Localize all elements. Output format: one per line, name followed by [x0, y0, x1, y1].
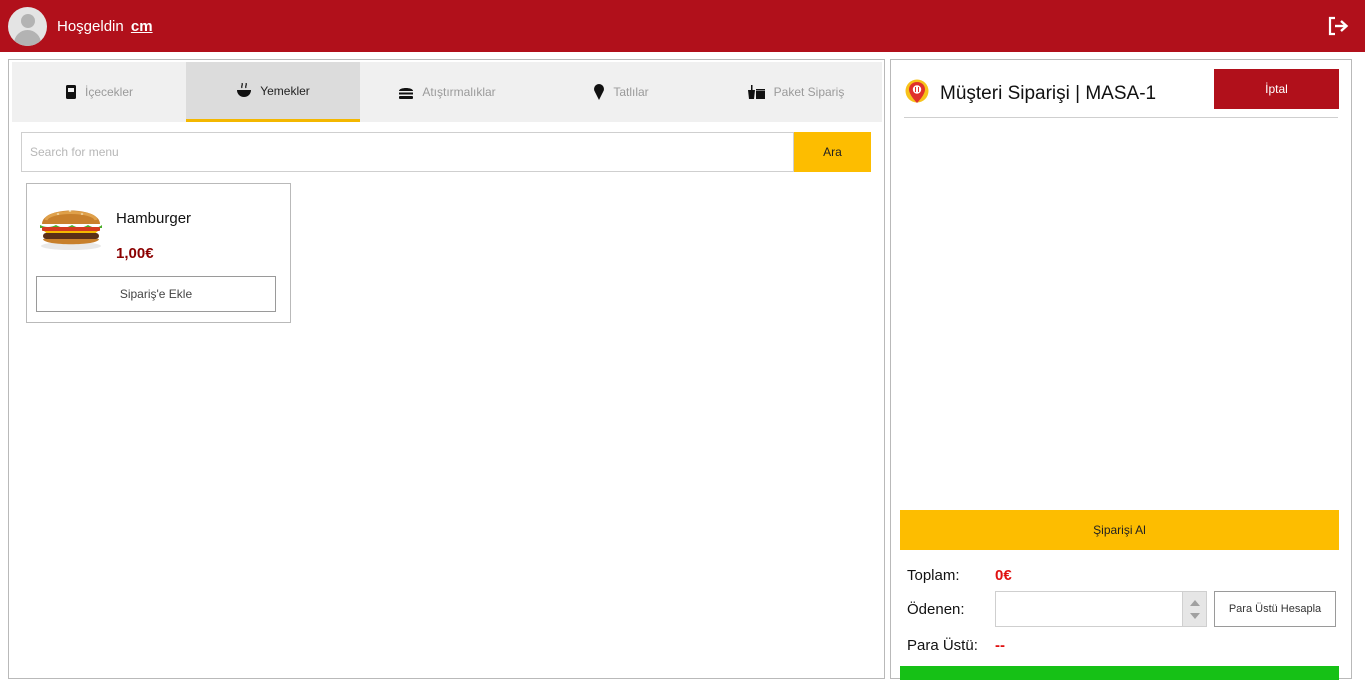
total-value: 0€ [995, 567, 1012, 584]
tab-icecekler[interactable]: İçecekler [12, 62, 186, 122]
hamburger-image [36, 202, 106, 252]
logout-icon[interactable] [1327, 16, 1349, 36]
product-name: Hamburger [116, 210, 192, 227]
tab-label: Paket Sipariş [773, 85, 845, 99]
stepper-up-icon[interactable] [1190, 600, 1200, 606]
top-bar: Hoşgeldin cm [0, 0, 1365, 52]
calculate-change-button[interactable]: Para Üstü Hesapla [1214, 591, 1336, 627]
food-bowl-icon [236, 83, 252, 98]
user-avatar-icon[interactable] [8, 7, 47, 46]
product-price: 1,00€ [116, 245, 154, 262]
drink-cup-icon [65, 84, 77, 100]
order-panel: Müşteri Siparişi | MASA-1 İptal Şiparişi… [890, 59, 1352, 680]
add-to-order-button[interactable]: Sipariş'e Ekle [36, 276, 276, 312]
ice-cream-icon [593, 84, 605, 100]
welcome-text: Hoşgeldin [57, 18, 124, 35]
tab-paket-siparis[interactable]: Paket Sipariş [708, 62, 882, 122]
cancel-button[interactable]: İptal [1214, 69, 1339, 109]
divider [904, 117, 1338, 118]
take-order-button[interactable]: Şiparişi Al [900, 510, 1339, 550]
burger-icon [398, 86, 414, 99]
tab-label: İçecekler [84, 85, 134, 99]
paid-label: Ödenen: [907, 601, 965, 618]
total-label: Toplam: [907, 567, 960, 584]
order-title: Müşteri Siparişi | MASA-1 [940, 83, 1157, 104]
category-tabs: İçecekler Yemekler Atıştırmalıklar Tatlı… [12, 62, 882, 122]
search-input[interactable] [21, 132, 794, 172]
menu-panel: İçecekler Yemekler Atıştırmalıklar Tatlı… [8, 59, 885, 679]
username-link[interactable]: cm [131, 18, 153, 35]
tab-label: Atıştırmalıklar [422, 85, 496, 99]
tab-atistirmaliklar[interactable]: Atıştırmalıklar [360, 62, 534, 122]
tab-yemekler[interactable]: Yemekler [186, 62, 360, 122]
stepper-down-icon[interactable] [1190, 613, 1200, 619]
search-button[interactable]: Ara [794, 132, 871, 172]
takeaway-icon [746, 84, 766, 100]
paid-amount-input[interactable] [995, 591, 1207, 627]
complete-order-button[interactable] [900, 666, 1339, 680]
numeric-stepper[interactable] [1182, 592, 1206, 626]
welcome-message: Hoşgeldin cm [57, 18, 153, 35]
change-label: Para Üstü: [907, 637, 978, 654]
restaurant-pin-icon [904, 79, 930, 107]
product-card: Hamburger 1,00€ Sipariş'e Ekle [26, 183, 291, 323]
tab-label: Tatlılar [613, 85, 649, 99]
tab-label: Yemekler [260, 83, 310, 98]
tab-tatlilar[interactable]: Tatlılar [534, 62, 708, 122]
change-value: -- [995, 637, 1005, 654]
